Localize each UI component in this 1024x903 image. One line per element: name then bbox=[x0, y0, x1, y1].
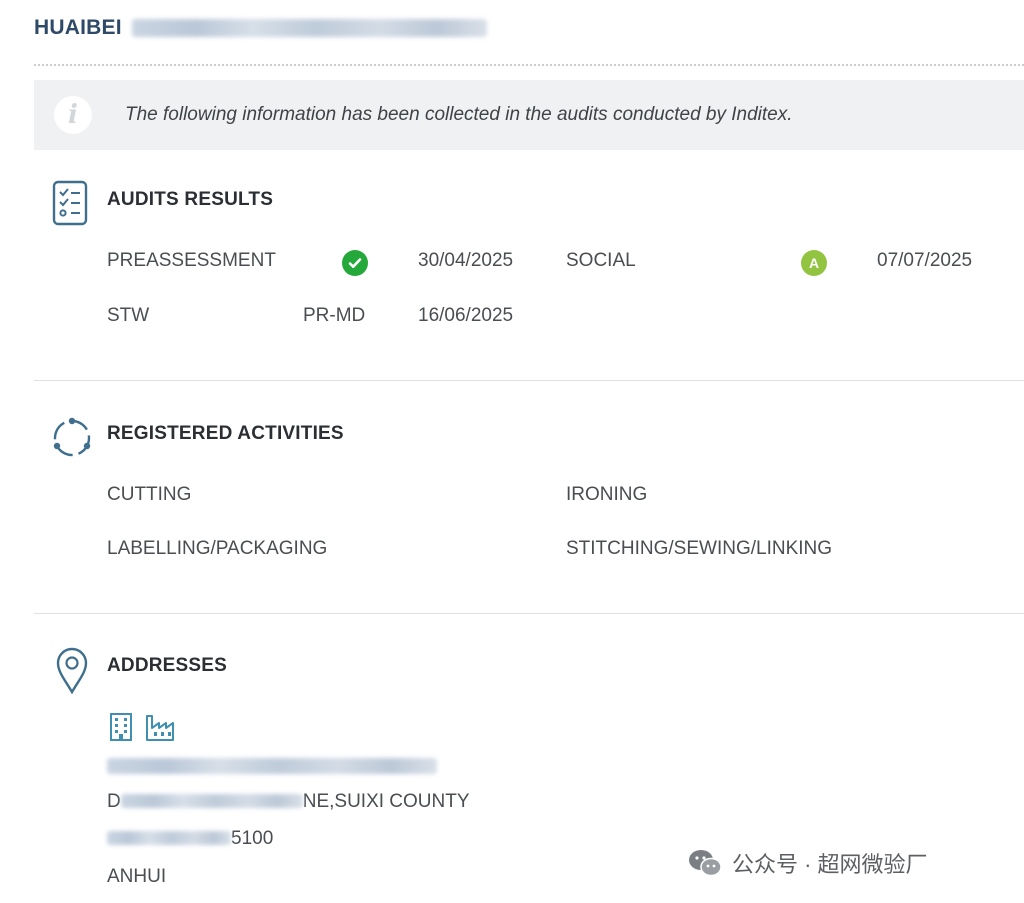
checklist-icon bbox=[52, 180, 88, 226]
grade-badge: A bbox=[801, 250, 827, 276]
audit-result-stw: PR-MD bbox=[303, 305, 366, 326]
addresses-title: ADDRESSES bbox=[107, 655, 228, 676]
audit-type-preassessment: PREASSESSMENT bbox=[107, 250, 276, 271]
activity-item: CUTTING bbox=[107, 484, 192, 505]
address-line-3-end: 5100 bbox=[231, 828, 274, 849]
watermark: 公众号 · 超网微验厂 bbox=[688, 846, 928, 880]
info-text: The following information has been colle… bbox=[125, 104, 793, 125]
audit-date-stw: 16/06/2025 bbox=[418, 305, 514, 326]
audits-title: AUDITS RESULTS bbox=[107, 189, 274, 210]
location-pin-icon bbox=[56, 647, 88, 695]
page-header: HUAIBEI bbox=[34, 13, 487, 43]
address-line-2-start: D bbox=[107, 791, 121, 812]
audit-type-stw: STW bbox=[107, 305, 150, 326]
address-line-redacted bbox=[107, 758, 437, 774]
address-line-3: 5100 bbox=[107, 828, 273, 850]
info-icon: i bbox=[54, 96, 92, 134]
chat-bubbles-icon bbox=[689, 850, 722, 877]
section-divider bbox=[34, 613, 1024, 614]
company-name: HUAIBEI bbox=[34, 16, 122, 39]
building-icon bbox=[110, 713, 132, 741]
company-name-redacted bbox=[131, 19, 487, 37]
address-line-2-end: NE,SUIXI COUNTY bbox=[302, 791, 470, 812]
audit-date-preassessment: 30/04/2025 bbox=[418, 250, 514, 271]
activities-title: REGISTERED ACTIVITIES bbox=[107, 423, 344, 444]
info-banner: i The following information has been col… bbox=[34, 80, 1024, 150]
address-redacted bbox=[120, 794, 303, 808]
audit-date-social: 07/07/2025 bbox=[877, 250, 973, 271]
audit-type-social: SOCIAL bbox=[566, 250, 636, 271]
address-line-2: D NE,SUIXI COUNTY bbox=[107, 791, 470, 813]
section-divider bbox=[34, 380, 1024, 381]
cycle-icon bbox=[53, 417, 91, 457]
activity-item: LABELLING/PACKAGING bbox=[107, 538, 328, 559]
factory-icon bbox=[146, 715, 174, 741]
address-redacted bbox=[107, 831, 231, 845]
check-circle-icon bbox=[342, 250, 368, 276]
activity-item: IRONING bbox=[566, 484, 648, 505]
address-line-4: ANHUI bbox=[107, 866, 167, 887]
watermark-text: 公众号 · 超网微验厂 bbox=[732, 852, 928, 877]
activity-item: STITCHING/SEWING/LINKING bbox=[566, 538, 833, 559]
header-divider bbox=[34, 64, 1024, 66]
